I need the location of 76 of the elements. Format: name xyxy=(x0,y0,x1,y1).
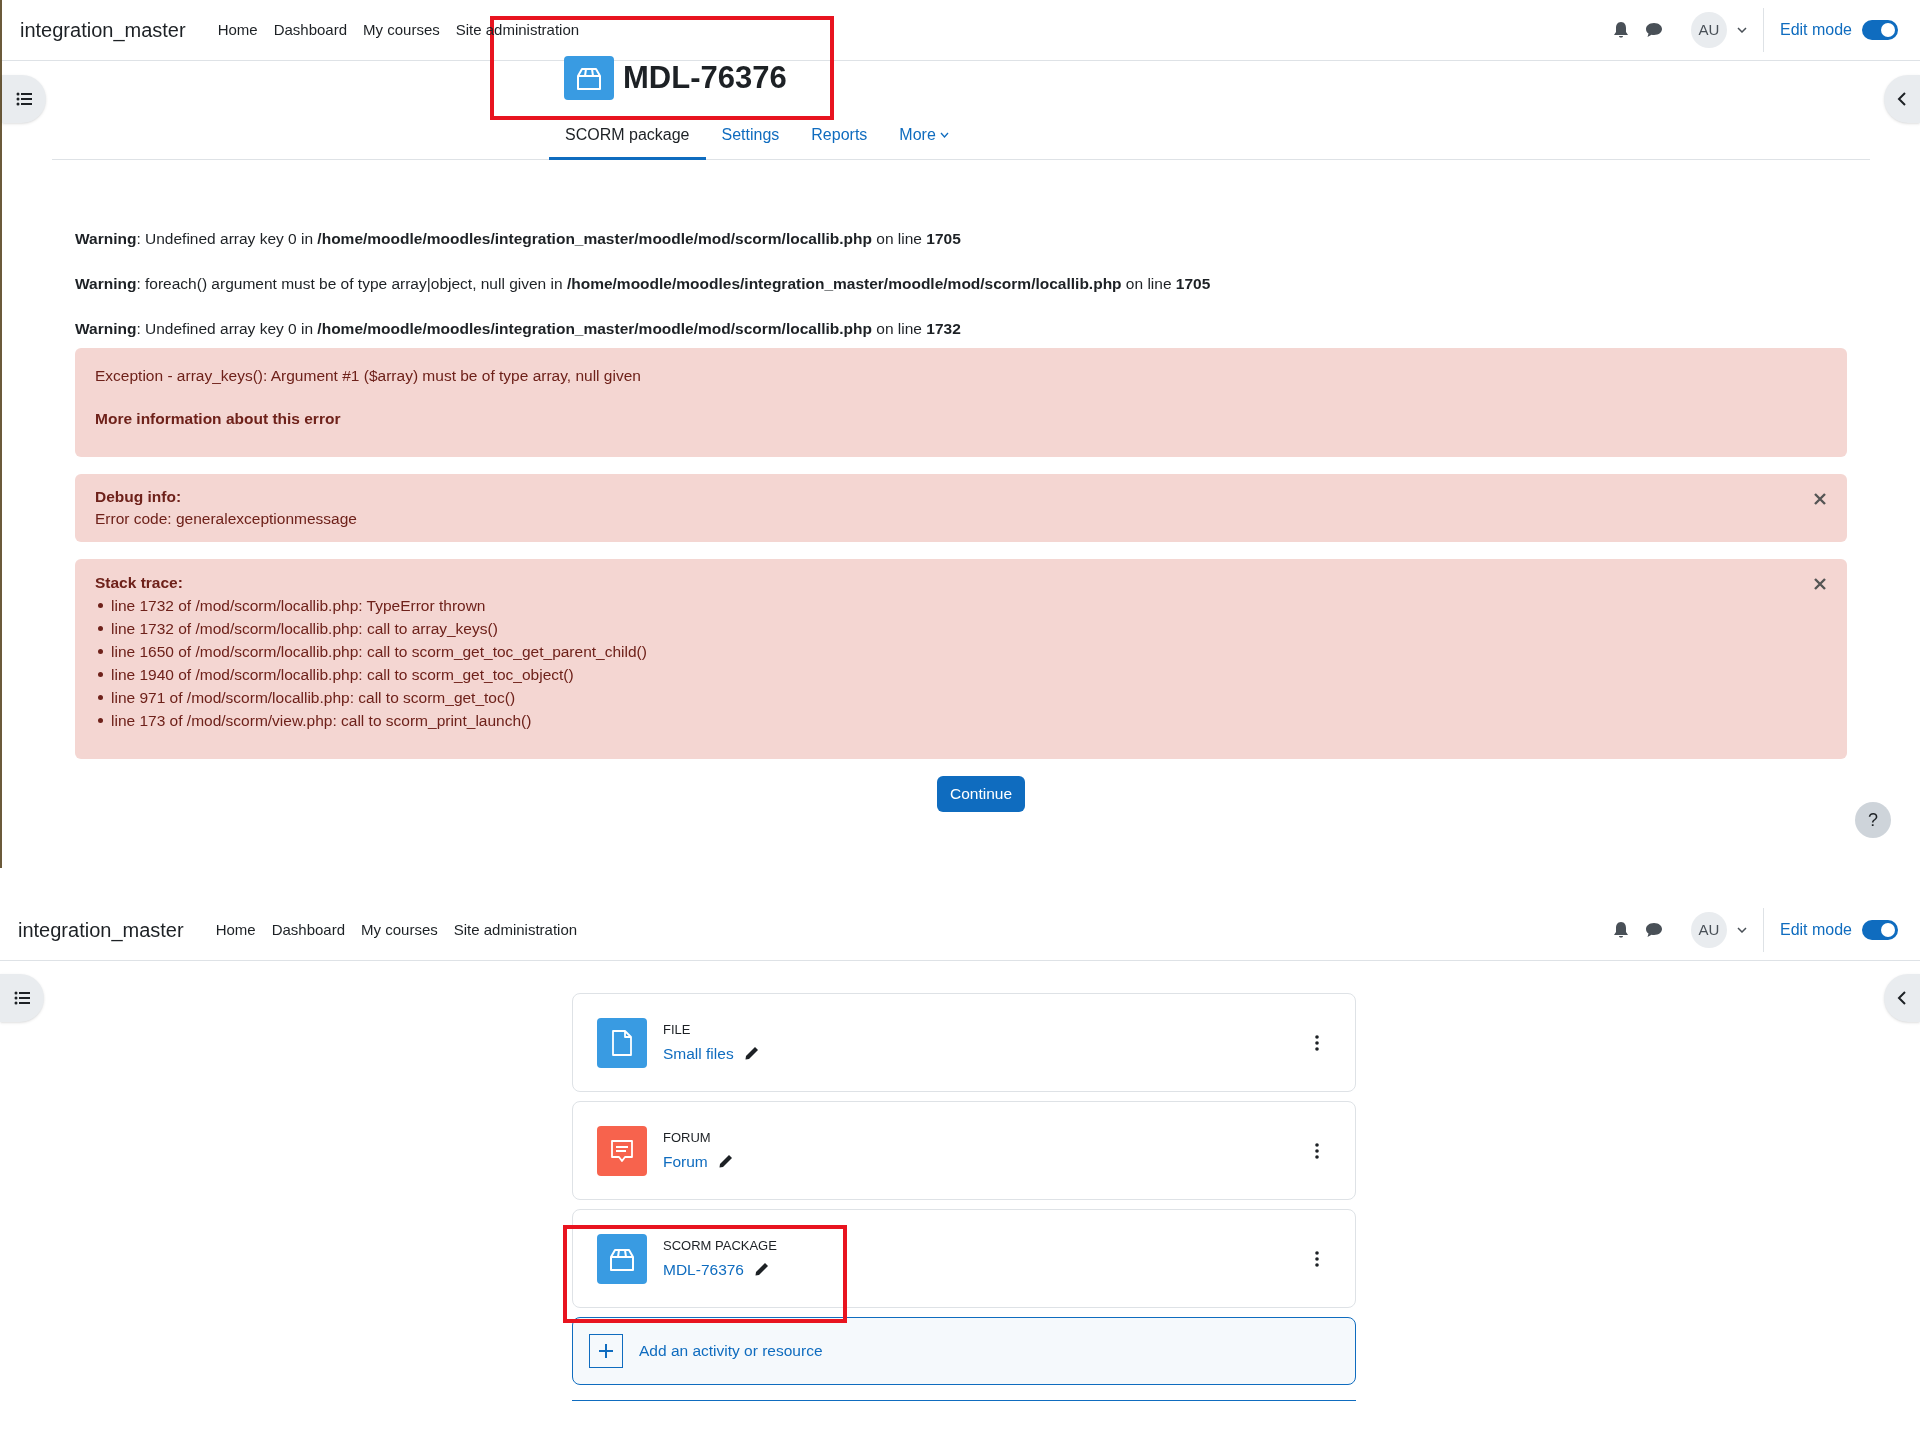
drawer-toggle[interactable] xyxy=(1884,974,1920,1022)
pencil-icon[interactable] xyxy=(743,1045,760,1062)
edit-mode-toggle[interactable] xyxy=(1862,20,1898,40)
error-more-info: More information about this error xyxy=(95,409,342,430)
nav-link[interactable]: Dashboard xyxy=(271,918,346,942)
pencil-icon[interactable] xyxy=(717,1153,734,1170)
kebab-menu-icon[interactable] xyxy=(1315,1142,1319,1159)
stack-line: line 1650 of /mod/scorm/locallib.php: call to scorm_get_toc_get_parent_child() xyxy=(111,642,647,662)
stack-line: line 1940 of /mod/scorm/locallib.php: call to scorm_get_toc_object() xyxy=(111,665,574,685)
bullet-icon xyxy=(98,603,103,608)
chevron-left-icon xyxy=(1897,991,1907,1005)
caret-icon xyxy=(939,132,949,138)
chevron-down-icon xyxy=(1736,927,1747,933)
add-activity-button[interactable]: Add an activity or resource xyxy=(572,1317,1356,1385)
edit-mode-toggle[interactable] xyxy=(1862,920,1898,940)
nav-link[interactable]: Dashboard xyxy=(273,18,348,42)
site-brand[interactable]: integration_master xyxy=(18,915,184,945)
bell-icon[interactable] xyxy=(1612,21,1629,39)
edit-mode-label: Edit mode xyxy=(1779,20,1852,40)
warning-message: Warning: Undefined array key 0 in /home/moodle/moodles/integration_master/moodle/mod/scorm/locallib.php on line 1705 xyxy=(75,229,962,249)
activity-type: FORUM xyxy=(663,1129,712,1148)
help-button[interactable]: ? xyxy=(1855,802,1891,838)
bullet-icon xyxy=(98,649,103,654)
nav-link[interactable]: Home xyxy=(215,918,256,942)
list-icon xyxy=(14,991,30,1005)
chat-icon[interactable] xyxy=(1644,22,1663,38)
close-icon[interactable] xyxy=(1813,492,1827,506)
pencil-icon[interactable] xyxy=(754,1261,770,1278)
bell-icon[interactable] xyxy=(1612,921,1629,939)
stack-line: line 1732 of /mod/scorm/locallib.php: TypeError thrown xyxy=(111,596,486,616)
bullet-icon xyxy=(98,695,103,700)
error-message: Exception - array_keys(): Argument #1 ($array) must be of type array, null given xyxy=(95,366,642,386)
user-menu[interactable]: AU xyxy=(1690,12,1747,48)
user-menu[interactable]: AU xyxy=(1690,912,1747,948)
edit-mode-label: Edit mode xyxy=(1779,920,1852,940)
nav-tab[interactable]: SCORM package xyxy=(549,113,706,160)
plus-icon xyxy=(589,1334,623,1368)
course-index-toggle[interactable] xyxy=(2,75,46,123)
list-icon xyxy=(16,92,32,106)
bullet-icon xyxy=(98,672,103,677)
stack-line: line 173 of /mod/scorm/view.php: call to scorm_print_launch() xyxy=(111,711,532,731)
stack-line: line 971 of /mod/scorm/locallib.php: call to scorm_get_toc() xyxy=(111,688,516,708)
page-title: MDL-76376 xyxy=(623,58,787,97)
nav-tab[interactable]: Settings xyxy=(705,113,796,160)
bullet-icon xyxy=(98,626,103,631)
document-icon xyxy=(610,1028,634,1057)
user-avatar[interactable]: AU xyxy=(1690,912,1727,948)
course-index-toggle[interactable] xyxy=(0,974,44,1022)
kebab-menu-icon[interactable] xyxy=(1315,1250,1319,1267)
debug-text: Error code: generalexceptionmessage xyxy=(95,509,357,529)
activity-type: SCORM PACKAGE xyxy=(663,1237,777,1256)
stack-heading: Stack trace: xyxy=(95,573,183,593)
nav-link[interactable]: Home xyxy=(217,18,258,42)
stack-line: line 1732 of /mod/scorm/locallib.php: call to array_keys() xyxy=(111,619,498,639)
chevron-down-icon xyxy=(1736,27,1747,33)
user-avatar[interactable]: AU xyxy=(1690,12,1727,48)
nav-link[interactable]: My courses xyxy=(361,918,438,942)
nav-link[interactable]: My courses xyxy=(363,18,440,42)
kebab-menu-icon[interactable] xyxy=(1315,1034,1319,1051)
chat-icon[interactable] xyxy=(1644,922,1663,938)
continue-button[interactable]: Continue xyxy=(936,776,1025,812)
close-icon[interactable] xyxy=(1813,577,1827,591)
bullet-icon xyxy=(98,718,103,723)
nav-tab[interactable]: Reports xyxy=(795,113,884,160)
warning-message: Warning: foreach() argument must be of type array|object, null given in /home/moodle/moodles/integration_master/moodle/mod/scorm/locallib.php on line 1705 xyxy=(75,274,1212,294)
debug-heading: Debug info: xyxy=(95,487,182,507)
nav-link[interactable]: Site administration xyxy=(453,918,578,942)
warning-message: Warning: Undefined array key 0 in /home/moodle/moodles/integration_master/moodle/mod/scorm/locallib.php on line 1732 xyxy=(75,319,962,339)
nav-tab[interactable]: More xyxy=(883,113,965,160)
activity-link[interactable]: MDL-76376 xyxy=(663,1257,744,1281)
activity-type: FILE xyxy=(663,1021,692,1040)
site-brand[interactable]: integration_master xyxy=(20,15,186,45)
drawer-toggle[interactable] xyxy=(1884,75,1920,123)
activity-link[interactable]: Forum xyxy=(663,1149,708,1173)
activity-link[interactable]: Small files xyxy=(663,1041,734,1065)
chevron-left-icon xyxy=(1897,92,1907,106)
